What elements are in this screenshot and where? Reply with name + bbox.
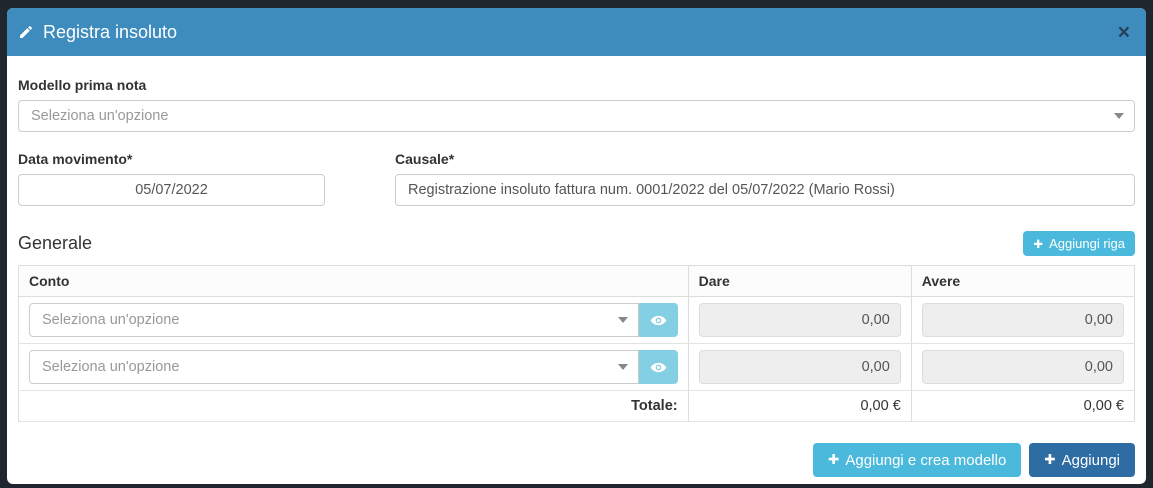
modal-header: Registra insoluto × bbox=[7, 8, 1146, 56]
data-movimento-label: Data movimento* bbox=[18, 151, 325, 167]
chevron-down-icon bbox=[618, 317, 628, 323]
add-button-label: Aggiungi bbox=[1062, 452, 1120, 469]
add-row-button[interactable]: ✚ Aggiungi riga bbox=[1023, 231, 1135, 256]
modal-body: Modello prima nota Seleziona un'opzione … bbox=[7, 56, 1146, 484]
eye-icon bbox=[650, 359, 667, 376]
add-and-create-model-button[interactable]: ✚ Aggiungi e crea modello bbox=[813, 443, 1021, 477]
add-row-button-label: Aggiungi riga bbox=[1049, 236, 1125, 251]
table-row: Seleziona un'opzione bbox=[19, 297, 1135, 344]
column-header-avere: Avere bbox=[911, 266, 1134, 297]
generale-section-title: Generale bbox=[18, 233, 92, 254]
conto-select-row-1[interactable]: Seleziona un'opzione bbox=[29, 303, 639, 337]
modal-title-text: Registra insoluto bbox=[43, 22, 177, 43]
eye-icon-button-row-1[interactable] bbox=[639, 303, 678, 337]
conto-select-placeholder: Seleziona un'opzione bbox=[42, 359, 618, 375]
chevron-down-icon bbox=[618, 364, 628, 370]
table-row: Seleziona un'opzione bbox=[19, 344, 1135, 391]
dare-input-row-1[interactable] bbox=[699, 303, 901, 337]
add-and-create-model-label: Aggiungi e crea modello bbox=[845, 452, 1006, 469]
eye-icon-button-row-2[interactable] bbox=[639, 350, 678, 384]
table-header-row: Conto Dare Avere bbox=[19, 266, 1135, 297]
total-row: Totale: 0,00 € 0,00 € bbox=[19, 391, 1135, 422]
plus-icon: ✚ bbox=[1033, 237, 1043, 251]
conto-select-placeholder: Seleziona un'opzione bbox=[42, 312, 618, 328]
avere-input-row-1[interactable] bbox=[922, 303, 1124, 337]
causale-input[interactable] bbox=[395, 174, 1135, 206]
pencil-icon bbox=[18, 24, 34, 40]
close-icon[interactable]: × bbox=[1118, 22, 1130, 43]
column-header-dare: Dare bbox=[688, 266, 911, 297]
total-label: Totale: bbox=[19, 391, 689, 422]
modal-footer: ✚ Aggiungi e crea modello ✚ Aggiungi bbox=[18, 443, 1135, 477]
plus-icon: ✚ bbox=[828, 452, 839, 468]
eye-icon bbox=[650, 312, 667, 329]
data-movimento-input[interactable] bbox=[18, 174, 325, 206]
dare-input-row-2[interactable] bbox=[699, 350, 901, 384]
avere-input-row-2[interactable] bbox=[922, 350, 1124, 384]
conto-select-row-2[interactable]: Seleziona un'opzione bbox=[29, 350, 639, 384]
modal-title: Registra insoluto bbox=[18, 22, 177, 43]
add-button[interactable]: ✚ Aggiungi bbox=[1029, 443, 1135, 477]
modello-select-placeholder: Seleziona un'opzione bbox=[31, 108, 1114, 124]
modello-prima-nota-select[interactable]: Seleziona un'opzione bbox=[18, 100, 1135, 132]
plus-icon: ✚ bbox=[1044, 452, 1055, 468]
column-header-conto: Conto bbox=[19, 266, 689, 297]
registra-insoluto-modal: Registra insoluto × Modello prima nota S… bbox=[7, 8, 1146, 484]
total-dare-value: 0,00 € bbox=[688, 391, 911, 422]
chevron-down-icon bbox=[1114, 113, 1124, 119]
modello-prima-nota-label: Modello prima nota bbox=[18, 77, 1135, 93]
ledger-table: Conto Dare Avere Seleziona un'opzione bbox=[18, 265, 1135, 422]
causale-label: Causale* bbox=[395, 151, 1135, 167]
total-avere-value: 0,00 € bbox=[911, 391, 1134, 422]
